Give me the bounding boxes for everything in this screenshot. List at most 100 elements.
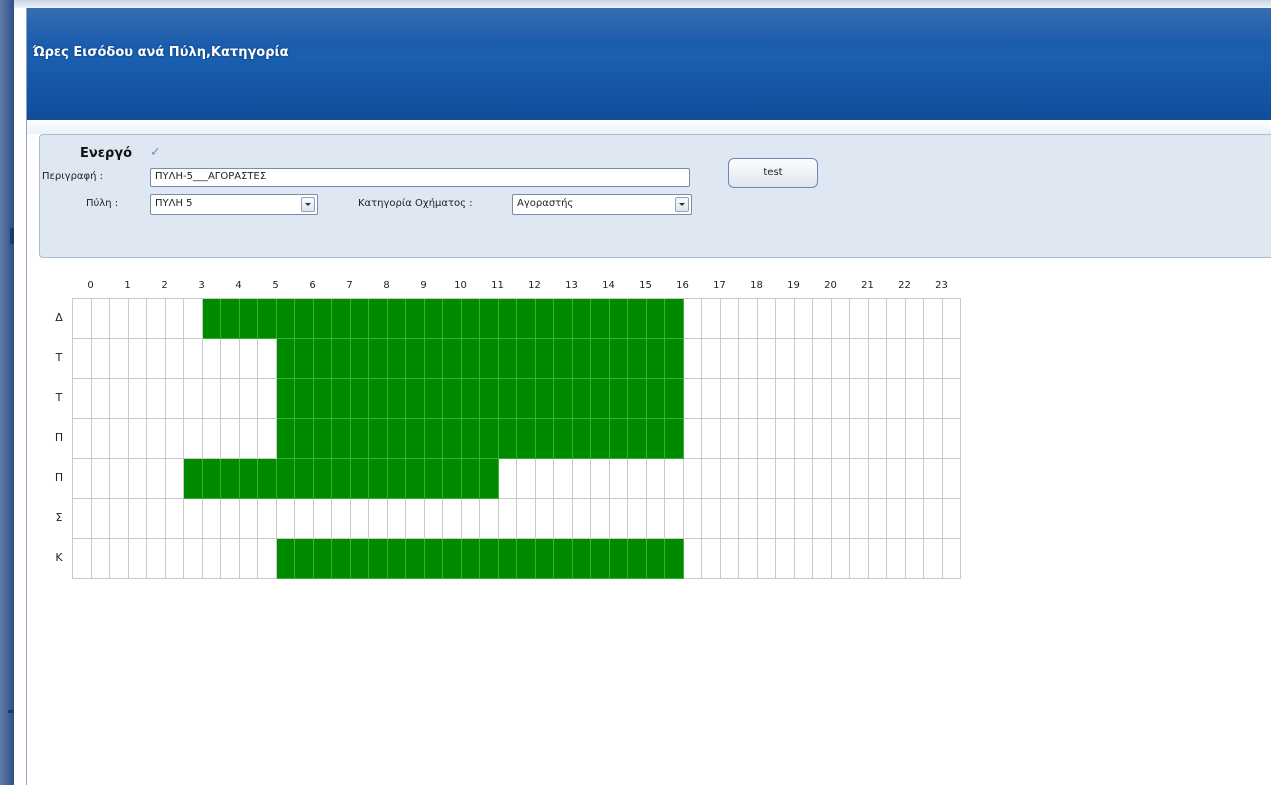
time-slot-active[interactable] xyxy=(554,379,573,419)
time-slot-active[interactable] xyxy=(461,379,480,419)
category-dropdown-button[interactable] xyxy=(675,197,689,212)
time-slot[interactable] xyxy=(739,299,758,339)
time-slot[interactable] xyxy=(757,459,776,499)
time-slot-active[interactable] xyxy=(387,339,406,379)
time-slot[interactable] xyxy=(184,339,203,379)
time-slot[interactable] xyxy=(942,299,961,339)
category-select[interactable]: Αγοραστής xyxy=(512,194,692,215)
time-slot[interactable] xyxy=(221,379,240,419)
time-slot[interactable] xyxy=(110,459,129,499)
time-slot-active[interactable] xyxy=(313,339,332,379)
time-slot[interactable] xyxy=(295,499,314,539)
time-slot[interactable] xyxy=(683,379,702,419)
time-slot[interactable] xyxy=(110,379,129,419)
time-slot[interactable] xyxy=(905,459,924,499)
time-slot-active[interactable] xyxy=(535,299,554,339)
time-slot[interactable] xyxy=(202,339,221,379)
time-slot-active[interactable] xyxy=(609,379,628,419)
time-slot-active[interactable] xyxy=(295,539,314,579)
time-slot[interactable] xyxy=(91,379,110,419)
time-slot-active[interactable] xyxy=(443,419,462,459)
time-slot[interactable] xyxy=(905,419,924,459)
time-slot-active[interactable] xyxy=(332,539,351,579)
time-slot[interactable] xyxy=(683,459,702,499)
time-slot-active[interactable] xyxy=(646,379,665,419)
time-slot-active[interactable] xyxy=(572,539,591,579)
time-slot[interactable] xyxy=(91,459,110,499)
time-slot-active[interactable] xyxy=(350,379,369,419)
time-slot[interactable] xyxy=(720,499,739,539)
time-slot[interactable] xyxy=(554,499,573,539)
time-slot-active[interactable] xyxy=(369,459,388,499)
test-button[interactable]: test xyxy=(728,158,818,188)
time-slot-active[interactable] xyxy=(221,299,240,339)
time-slot[interactable] xyxy=(831,299,850,339)
time-slot[interactable] xyxy=(739,419,758,459)
time-slot[interactable] xyxy=(757,419,776,459)
time-slot[interactable] xyxy=(165,299,184,339)
time-slot[interactable] xyxy=(702,379,721,419)
time-slot-active[interactable] xyxy=(591,299,610,339)
time-slot-active[interactable] xyxy=(276,339,295,379)
time-slot-active[interactable] xyxy=(461,419,480,459)
time-slot-active[interactable] xyxy=(332,339,351,379)
time-slot-active[interactable] xyxy=(554,419,573,459)
time-slot[interactable] xyxy=(924,299,943,339)
time-slot[interactable] xyxy=(905,339,924,379)
time-slot[interactable] xyxy=(720,379,739,419)
time-slot-active[interactable] xyxy=(387,459,406,499)
time-slot[interactable] xyxy=(868,539,887,579)
time-slot[interactable] xyxy=(868,379,887,419)
time-slot-active[interactable] xyxy=(202,299,221,339)
time-slot[interactable] xyxy=(720,299,739,339)
time-slot-active[interactable] xyxy=(350,539,369,579)
time-slot[interactable] xyxy=(646,459,665,499)
time-slot-active[interactable] xyxy=(387,539,406,579)
time-slot[interactable] xyxy=(73,539,92,579)
time-slot[interactable] xyxy=(683,539,702,579)
description-field[interactable]: ΠΥΛΗ-5___ΑΓΟΡΑΣΤΕΣ xyxy=(150,168,690,187)
time-slot[interactable] xyxy=(202,499,221,539)
time-slot[interactable] xyxy=(720,459,739,499)
time-slot[interactable] xyxy=(221,339,240,379)
time-slot[interactable] xyxy=(202,539,221,579)
time-slot[interactable] xyxy=(91,539,110,579)
time-slot[interactable] xyxy=(831,539,850,579)
time-slot-active[interactable] xyxy=(406,419,425,459)
time-slot[interactable] xyxy=(813,499,832,539)
time-slot[interactable] xyxy=(813,419,832,459)
time-slot-active[interactable] xyxy=(332,459,351,499)
time-slot[interactable] xyxy=(887,499,906,539)
time-slot-active[interactable] xyxy=(480,379,499,419)
time-slot-active[interactable] xyxy=(646,339,665,379)
time-slot[interactable] xyxy=(850,459,869,499)
time-slot[interactable] xyxy=(110,499,129,539)
time-slot-active[interactable] xyxy=(554,539,573,579)
time-slot[interactable] xyxy=(517,459,536,499)
time-slot[interactable] xyxy=(110,299,129,339)
time-slot[interactable] xyxy=(794,459,813,499)
time-slot-active[interactable] xyxy=(424,459,443,499)
time-slot[interactable] xyxy=(924,339,943,379)
time-slot[interactable] xyxy=(850,419,869,459)
time-slot-active[interactable] xyxy=(480,419,499,459)
time-slot-active[interactable] xyxy=(221,459,240,499)
time-slot-active[interactable] xyxy=(628,299,647,339)
time-slot[interactable] xyxy=(831,379,850,419)
time-slot[interactable] xyxy=(924,419,943,459)
time-slot-active[interactable] xyxy=(295,339,314,379)
time-slot[interactable] xyxy=(794,499,813,539)
time-slot[interactable] xyxy=(646,499,665,539)
time-slot-active[interactable] xyxy=(461,299,480,339)
time-slot-active[interactable] xyxy=(517,299,536,339)
time-slot[interactable] xyxy=(924,539,943,579)
time-slot[interactable] xyxy=(128,339,147,379)
time-slot[interactable] xyxy=(702,299,721,339)
time-slot[interactable] xyxy=(850,379,869,419)
time-slot-active[interactable] xyxy=(665,339,684,379)
time-slot-active[interactable] xyxy=(276,379,295,419)
time-slot[interactable] xyxy=(424,499,443,539)
time-slot[interactable] xyxy=(850,499,869,539)
time-slot[interactable] xyxy=(387,499,406,539)
time-slot-active[interactable] xyxy=(498,419,517,459)
